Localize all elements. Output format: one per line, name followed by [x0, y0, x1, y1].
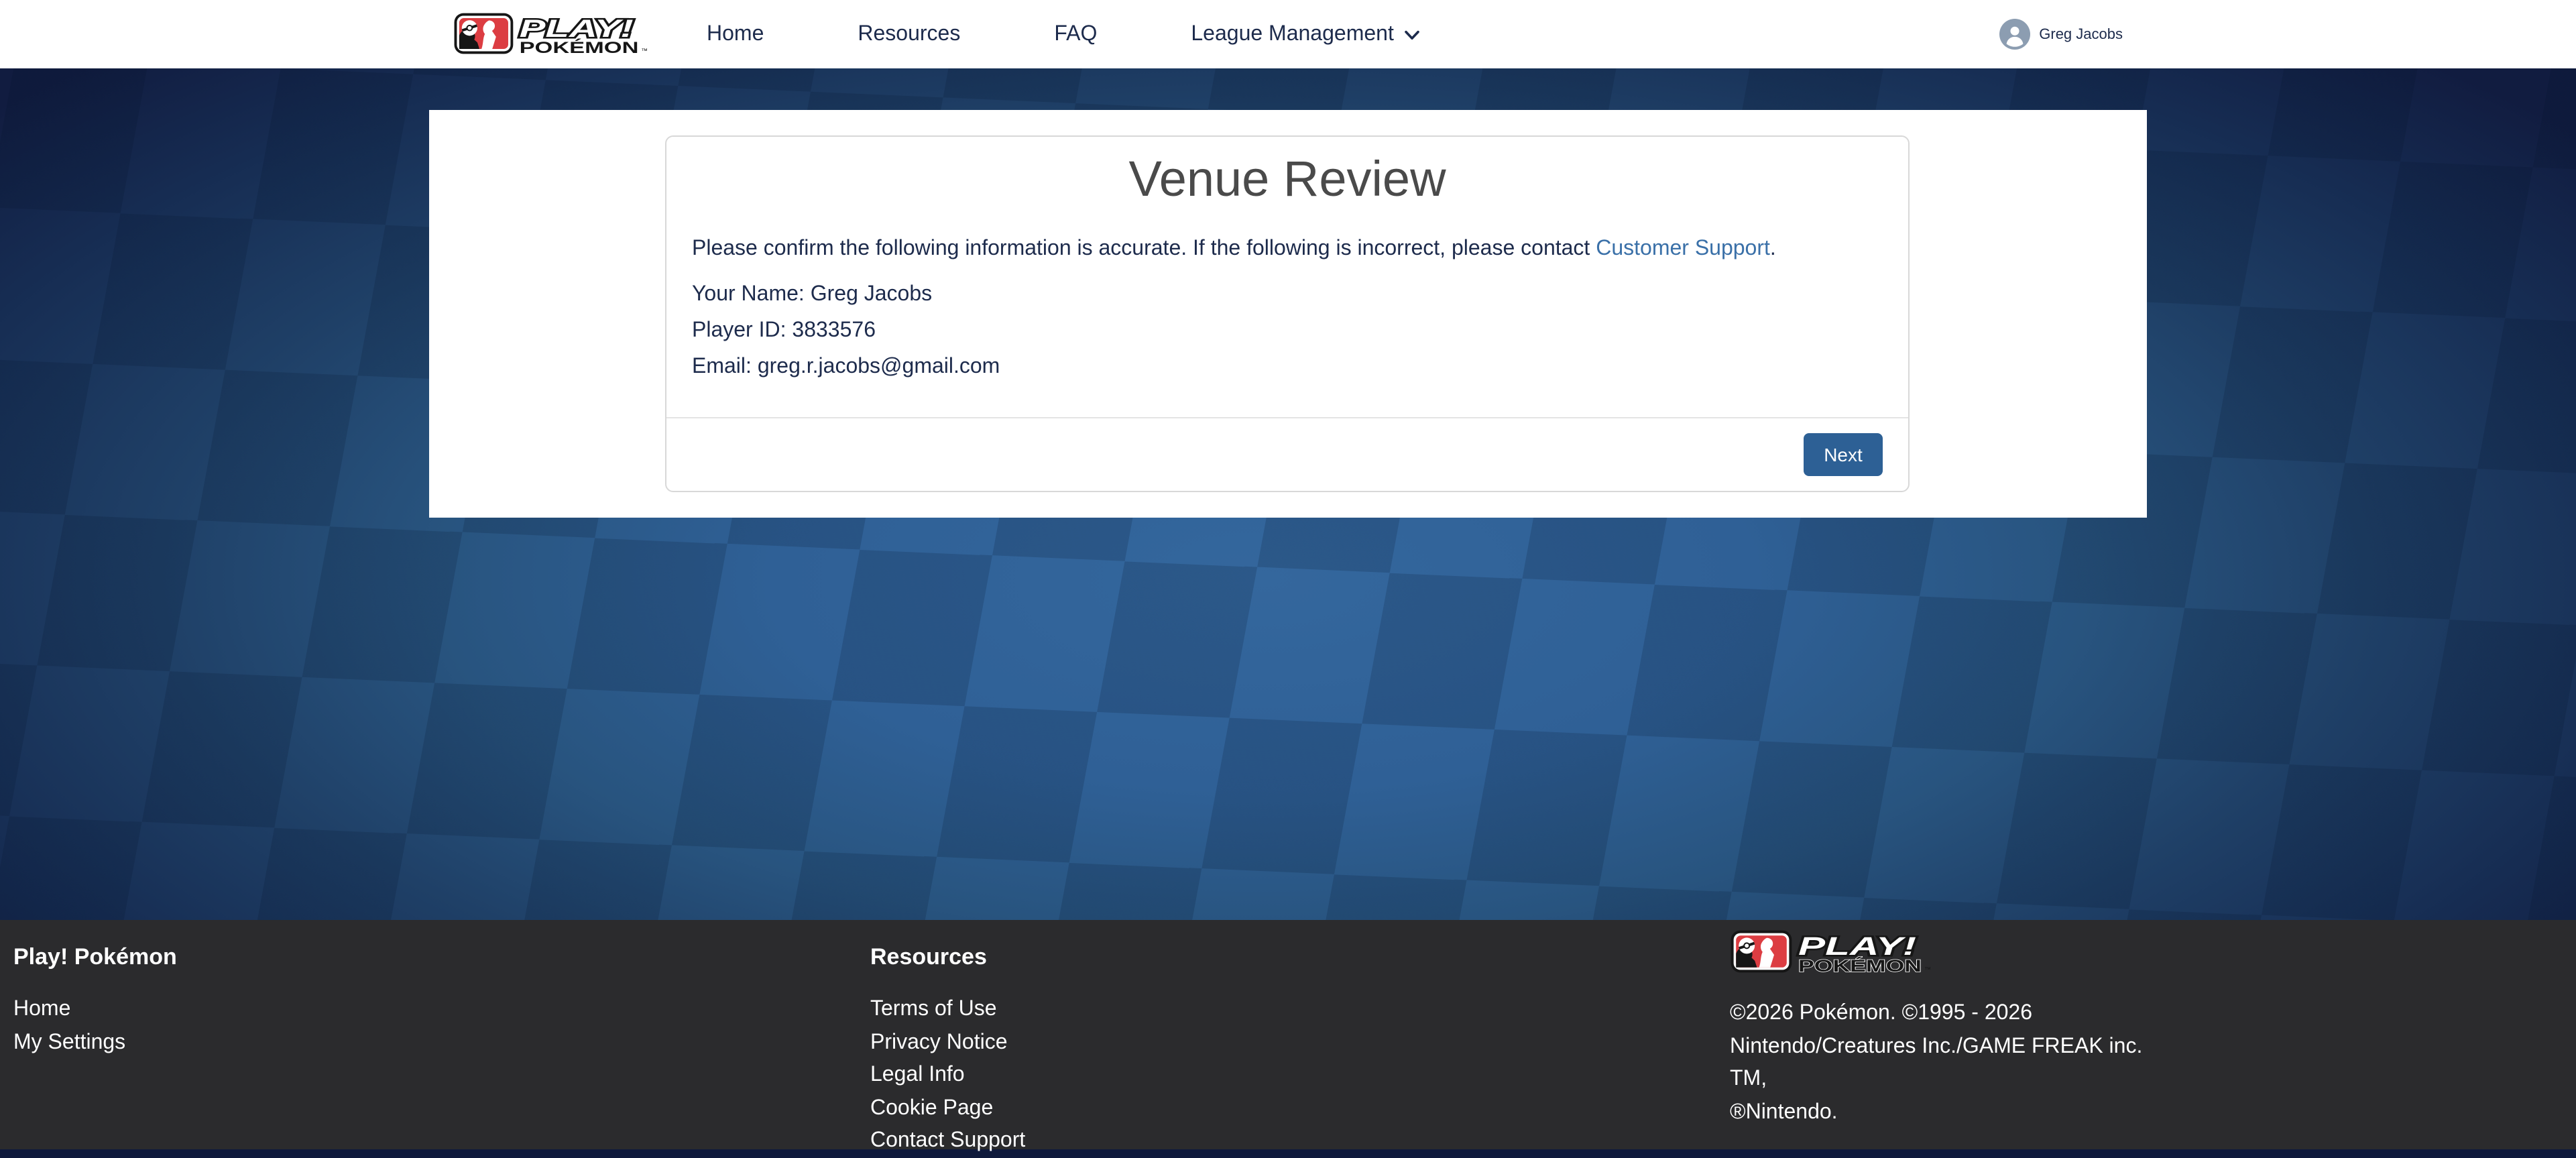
footer-link-cookie-page[interactable]: Cookie Page: [870, 1096, 993, 1119]
venue-review-card-body: Venue Review Please confirm the followin…: [666, 137, 1908, 417]
footer-column-resources: Resources Terms of Use Privacy Notice Le…: [870, 943, 1025, 1158]
main-area: Venue Review Please confirm the followin…: [0, 68, 2576, 920]
intro-text-after: .: [1770, 238, 1776, 261]
customer-support-link[interactable]: Customer Support: [1596, 238, 1770, 261]
footer-links-resources: Terms of Use Privacy Notice Legal Info C…: [870, 994, 1025, 1158]
your-name-field: Your Name: Greg Jacobs: [692, 281, 1883, 309]
card-footer: Next: [666, 417, 1908, 491]
intro-text-before: Please confirm the following information…: [692, 238, 1596, 261]
top-nav: Home Resources FAQ League Management: [0, 0, 2576, 68]
email-field: Email: greg.r.jacobs@gmail.com: [692, 353, 1883, 382]
nav-item-league-management[interactable]: League Management: [1191, 22, 1420, 46]
your-name-label: Your Name:: [692, 284, 805, 306]
user-avatar-icon: [1999, 19, 2030, 50]
footer-link-my-settings[interactable]: My Settings: [13, 1031, 125, 1053]
footer-column-play-pokemon: Play! Pokémon Home My Settings: [13, 943, 177, 1059]
play-pokemon-logo-icon: [453, 12, 648, 56]
chevron-down-icon: [1405, 30, 1421, 42]
confirm-instruction-text: Please confirm the following information…: [692, 235, 1883, 264]
next-button[interactable]: Next: [1804, 433, 1883, 476]
content-panel: Venue Review Please confirm the followin…: [429, 110, 2147, 518]
email-value: greg.r.jacobs@gmail.com: [758, 356, 1000, 379]
nav-links: Home Resources FAQ League Management: [707, 22, 1421, 46]
nav-item-home[interactable]: Home: [707, 22, 764, 46]
email-label: Email:: [692, 356, 752, 379]
footer-heading-resources: Resources: [870, 943, 1025, 972]
player-id-label: Player ID:: [692, 320, 786, 343]
user-name: Greg Jacobs: [2039, 26, 2123, 42]
footer-link-contact-support[interactable]: Contact Support: [870, 1129, 1025, 1152]
nav-item-league-management-label: League Management: [1191, 22, 1393, 46]
footer: Play! Pokémon Home My Settings Resources…: [0, 920, 2576, 1149]
copyright-line-3: ®Nintendo.: [1730, 1096, 2146, 1129]
page: Home Resources FAQ League Management: [0, 0, 2576, 1149]
footer-column-brand: ©2026 Pokémon. ©1995 - 2026 Nintendo/Cre…: [1730, 929, 2146, 1129]
footer-link-home[interactable]: Home: [13, 998, 70, 1021]
copyright-text: ©2026 Pokémon. ©1995 - 2026 Nintendo/Cre…: [1730, 998, 2146, 1129]
venue-review-card: Venue Review Please confirm the followin…: [665, 135, 1910, 492]
player-id-field: Player ID: 3833576: [692, 317, 1883, 345]
copyright-line-1: ©2026 Pokémon. ©1995 - 2026: [1730, 998, 2146, 1031]
page-title: Venue Review: [692, 150, 1883, 210]
user-menu[interactable]: Greg Jacobs: [1999, 19, 2123, 50]
footer-play-pokemon-logo: [1730, 929, 1931, 975]
footer-links-play-pokemon: Home My Settings: [13, 994, 177, 1059]
copyright-line-2: Nintendo/Creatures Inc./GAME FREAK inc. …: [1730, 1031, 2146, 1096]
footer-link-terms-of-use[interactable]: Terms of Use: [870, 998, 997, 1021]
footer-heading-play-pokemon: Play! Pokémon: [13, 943, 177, 972]
nav-container: Home Resources FAQ League Management: [453, 0, 2123, 68]
nav-item-faq[interactable]: FAQ: [1054, 22, 1097, 46]
player-id-value: 3833576: [792, 320, 876, 343]
nav-item-resources[interactable]: Resources: [858, 22, 960, 46]
play-pokemon-logo[interactable]: [453, 12, 648, 56]
footer-link-legal-info[interactable]: Legal Info: [870, 1063, 965, 1086]
your-name-value: Greg Jacobs: [811, 284, 932, 306]
footer-link-privacy-notice[interactable]: Privacy Notice: [870, 1031, 1008, 1053]
